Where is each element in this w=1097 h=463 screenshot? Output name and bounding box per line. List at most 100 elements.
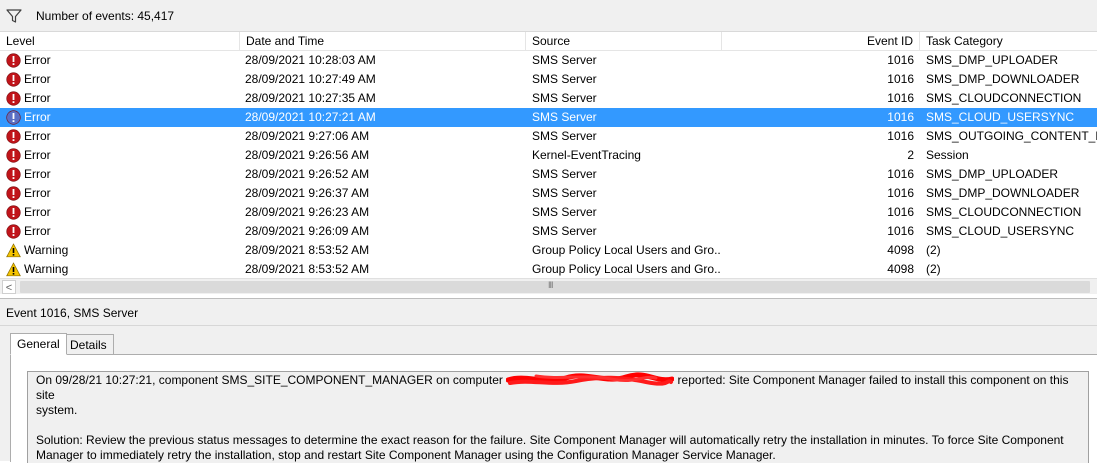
event-id: 1016 xyxy=(887,224,914,238)
event-id: 4098 xyxy=(887,262,914,276)
event-source: SMS Server xyxy=(532,129,597,143)
event-id: 4098 xyxy=(887,243,914,257)
error-icon xyxy=(6,205,21,220)
event-task-category: SMS_CLOUD_USERSYNC xyxy=(926,224,1075,238)
tab-details[interactable]: Details xyxy=(63,334,114,355)
event-message-box[interactable]: On 09/28/21 10:27:21, component SMS_SITE… xyxy=(27,371,1089,463)
warning-icon xyxy=(6,262,21,277)
event-row[interactable]: Error 28/09/2021 10:27:21 AM SMS Server 101… xyxy=(0,108,1097,127)
event-task-category: (2) xyxy=(926,243,941,257)
column-header-level[interactable]: Level xyxy=(0,32,240,51)
event-level: Error xyxy=(24,129,51,143)
event-date-time: 28/09/2021 9:26:56 AM xyxy=(245,148,370,162)
event-source: SMS Server xyxy=(532,72,597,86)
message-line: Solution: Review the previous status mes… xyxy=(36,433,1064,447)
event-row[interactable]: Error 28/09/2021 9:26:09 AM SMS Server 1016… xyxy=(0,222,1097,241)
scrollbar-grip-icon: III xyxy=(548,280,553,290)
event-source: SMS Server xyxy=(532,110,597,124)
event-date-time: 28/09/2021 9:26:09 AM xyxy=(245,224,370,238)
event-level: Error xyxy=(24,167,51,181)
event-source: SMS Server xyxy=(532,167,597,181)
event-date-time: 28/09/2021 10:27:49 AM xyxy=(245,72,376,86)
redacted-computer-name xyxy=(506,372,675,388)
event-task-category: SMS_CLOUDCONNECTION xyxy=(926,91,1082,105)
event-row[interactable]: Error 28/09/2021 10:27:49 AM SMS Server 101… xyxy=(0,70,1097,89)
event-level: Error xyxy=(24,224,51,238)
event-source: SMS Server xyxy=(532,186,597,200)
filter-icon[interactable] xyxy=(6,8,22,24)
event-row[interactable]: Error 28/09/2021 9:26:37 AM SMS Server 1016… xyxy=(0,184,1097,203)
event-task-category: SMS_CLOUD_USERSYNC xyxy=(926,110,1075,124)
event-source: Group Policy Local Users and Gro... xyxy=(532,243,720,257)
event-source: Kernel-EventTracing xyxy=(532,148,641,162)
scroll-left-arrow-icon[interactable]: < xyxy=(2,280,16,294)
event-id: 1016 xyxy=(887,72,914,86)
event-id: 1016 xyxy=(887,205,914,219)
event-source: Group Policy Local Users and Gro... xyxy=(532,262,720,276)
scrollbar-thumb[interactable] xyxy=(20,281,1090,293)
event-source: SMS Server xyxy=(532,205,597,219)
event-level: Error xyxy=(24,110,51,124)
event-level: Warning xyxy=(24,262,69,276)
event-date-time: 28/09/2021 10:27:21 AM xyxy=(245,110,376,124)
event-task-category: SMS_DMP_UPLOADER xyxy=(926,53,1059,67)
event-date-time: 28/09/2021 10:28:03 AM xyxy=(245,53,376,67)
event-id: 1016 xyxy=(887,110,914,124)
event-task-category: SMS_DMP_DOWNLOADER xyxy=(926,186,1080,200)
column-header-task-category[interactable]: Task Category xyxy=(920,32,1097,51)
message-text: On 09/28/21 10:27:21, component SMS_SITE… xyxy=(36,373,507,387)
divider xyxy=(0,325,1097,326)
warning-icon xyxy=(6,243,21,258)
event-row[interactable]: Error 28/09/2021 9:27:06 AM SMS Server 1016… xyxy=(0,127,1097,146)
event-task-category: SMS_CLOUDCONNECTION xyxy=(926,205,1082,219)
event-row[interactable]: Warning 28/09/2021 8:53:52 AM Group Policy… xyxy=(0,260,1097,278)
event-list[interactable]: Level Date and Time Source Event ID Task… xyxy=(0,32,1097,278)
event-source: SMS Server xyxy=(532,53,597,67)
general-tab-panel: On 09/28/21 10:27:21, component SMS_SITE… xyxy=(10,354,1097,463)
event-row[interactable]: Error 28/09/2021 9:26:56 AM Kernel-EventTr… xyxy=(0,146,1097,165)
event-id: 2 xyxy=(907,148,914,162)
event-task-category: SMS_DMP_UPLOADER xyxy=(926,167,1059,181)
event-source: SMS Server xyxy=(532,224,597,238)
event-row[interactable]: Warning 28/09/2021 8:53:52 AM Group Policy… xyxy=(0,241,1097,260)
error-icon xyxy=(6,148,21,163)
event-task-category: Session xyxy=(926,148,969,162)
event-date-time: 28/09/2021 9:26:23 AM xyxy=(245,205,370,219)
event-row[interactable]: Error 28/09/2021 9:26:52 AM SMS Server 1016… xyxy=(0,165,1097,184)
event-id: 1016 xyxy=(887,53,914,67)
message-line: On 09/28/21 10:27:21, component SMS_SITE… xyxy=(36,372,1080,403)
event-detail-title: Event 1016, SMS Server xyxy=(6,306,139,320)
event-source: SMS Server xyxy=(532,91,597,105)
event-task-category: SMS_DMP_DOWNLOADER xyxy=(926,72,1080,86)
event-date-time: 28/09/2021 10:27:35 AM xyxy=(245,91,376,105)
error-icon xyxy=(6,53,21,68)
error-icon xyxy=(6,129,21,144)
error-icon xyxy=(6,110,21,125)
column-header-source[interactable]: Source xyxy=(526,32,722,51)
column-header-date-time[interactable]: Date and Time xyxy=(240,32,526,51)
event-detail-pane: Event 1016, SMS Server General Details O… xyxy=(0,298,1097,463)
column-header-event-id[interactable]: Event ID xyxy=(722,32,920,51)
event-level: Error xyxy=(24,186,51,200)
error-icon xyxy=(6,186,21,201)
event-id: 1016 xyxy=(887,91,914,105)
event-task-category: SMS_OUTGOING_CONTENT_MA xyxy=(926,129,1097,143)
event-id: 1016 xyxy=(887,167,914,181)
tab-general[interactable]: General xyxy=(10,333,67,355)
event-id: 1016 xyxy=(887,186,914,200)
event-row[interactable]: Error 28/09/2021 10:27:35 AM SMS Server 101… xyxy=(0,89,1097,108)
event-level: Error xyxy=(24,148,51,162)
event-level: Error xyxy=(24,91,51,105)
event-date-time: 28/09/2021 8:53:52 AM xyxy=(245,243,370,257)
event-date-time: 28/09/2021 9:26:37 AM xyxy=(245,186,370,200)
horizontal-scrollbar[interactable]: < III xyxy=(0,278,1097,294)
event-row[interactable]: Error 28/09/2021 9:26:23 AM SMS Server 1016… xyxy=(0,203,1097,222)
filter-bar: Number of events: 45,417 xyxy=(0,0,1097,32)
event-task-category: (2) xyxy=(926,262,941,276)
event-date-time: 28/09/2021 8:53:52 AM xyxy=(245,262,370,276)
event-level: Error xyxy=(24,53,51,67)
event-level: Error xyxy=(24,72,51,86)
event-level: Error xyxy=(24,205,51,219)
event-row[interactable]: Error 28/09/2021 10:28:03 AM SMS Server 101… xyxy=(0,51,1097,70)
event-id: 1016 xyxy=(887,129,914,143)
